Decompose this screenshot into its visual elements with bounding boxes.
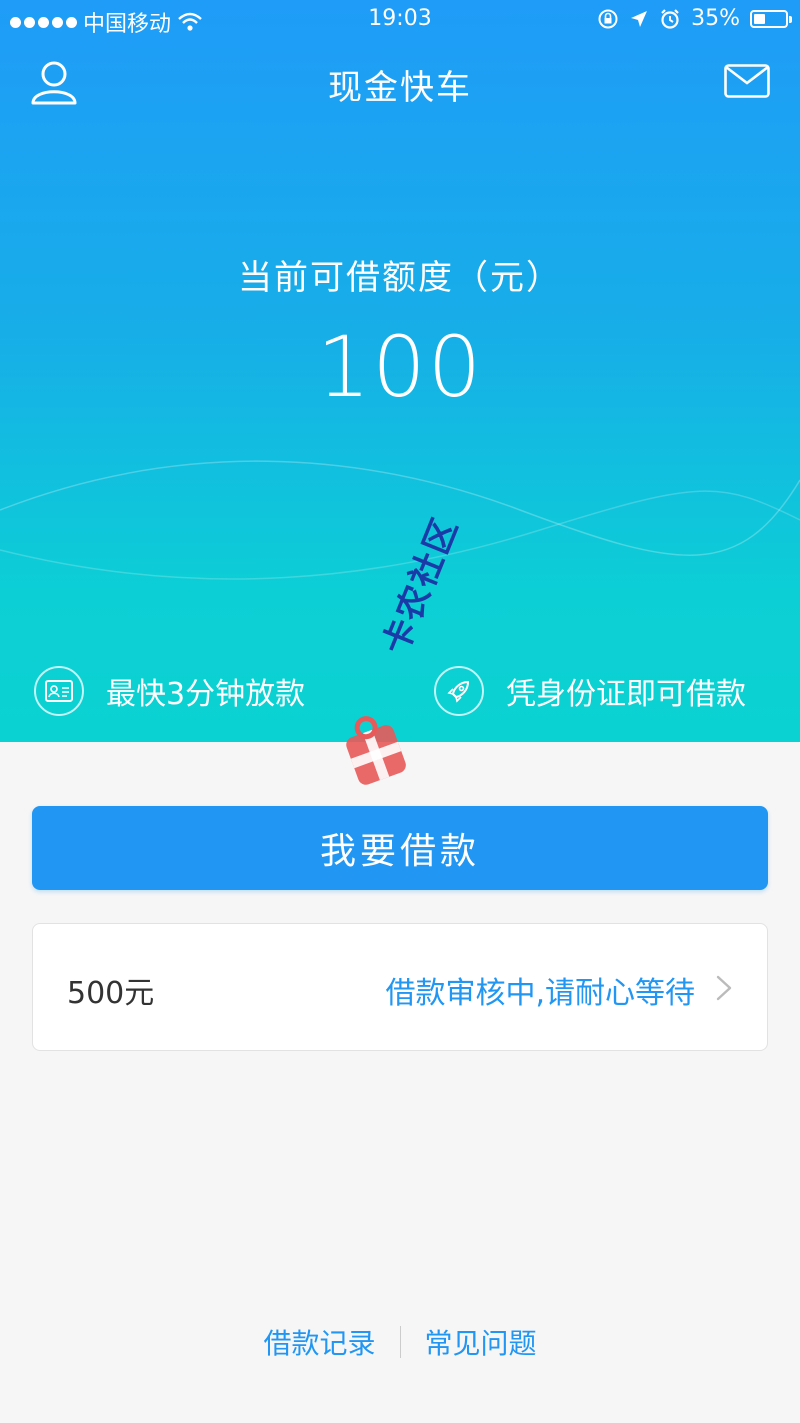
location-arrow-icon xyxy=(631,10,648,27)
borrow-button[interactable]: 我要借款 xyxy=(32,806,768,890)
battery-fill xyxy=(754,13,765,24)
credit-label: 当前可借额度（元） xyxy=(238,258,562,298)
page-title: 现金快车 xyxy=(328,68,472,108)
battery-percent: 35% xyxy=(691,6,740,31)
loan-status-card[interactable]: 500元 借款审核中,请耐心等待 xyxy=(32,923,768,1051)
loan-records-link[interactable]: 借款记录 xyxy=(239,1322,399,1362)
loan-amount: 500元 xyxy=(67,976,155,1011)
feature-label: 最快3分钟放款 xyxy=(106,677,306,712)
alarm-icon xyxy=(661,8,679,29)
chevron-right-icon xyxy=(716,975,732,1001)
faq-link[interactable]: 常见问题 xyxy=(401,1322,561,1362)
credit-amount: 100 xyxy=(316,318,484,416)
feature-label: 凭身份证即可借款 xyxy=(506,677,746,712)
loan-status-text: 借款审核中,请耐心等待 xyxy=(385,976,695,1011)
feature-fast-payout: 最快3分钟放款 xyxy=(34,664,305,718)
id-card-icon xyxy=(34,666,84,716)
rotation-lock-icon xyxy=(598,9,618,28)
status-bar: 中国移动 19:03 35% xyxy=(0,0,800,40)
footer-links: 借款记录 常见问题 xyxy=(0,1322,800,1362)
mail-icon[interactable] xyxy=(724,64,770,98)
battery-icon xyxy=(750,9,792,28)
feature-id-only: 凭身份证即可借款 xyxy=(434,664,746,718)
